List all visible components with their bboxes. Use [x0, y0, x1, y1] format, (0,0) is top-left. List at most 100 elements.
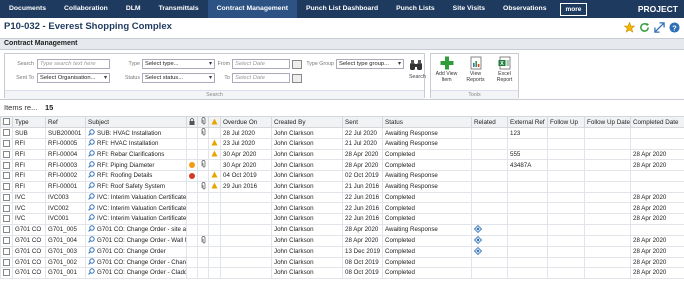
- search-link-icon[interactable]: [88, 139, 95, 148]
- add-view-item-button[interactable]: Add View Item: [433, 56, 460, 83]
- search-link-icon[interactable]: [88, 268, 95, 278]
- row-checkbox[interactable]: [3, 140, 10, 148]
- row-select-cell[interactable]: [0, 170, 13, 182]
- type-select[interactable]: Select type...: [142, 59, 215, 69]
- column-header-subject[interactable]: Subject: [85, 116, 187, 128]
- search-link-icon[interactable]: [88, 128, 95, 138]
- column-header-overdue-on[interactable]: Overdue On: [220, 116, 272, 128]
- table-row[interactable]: RFI RFI-00005 RFI: HVAC Installation 23 Jul…: [0, 138, 684, 150]
- subject-cell[interactable]: IVC: Interim Valuation Certificate: [85, 202, 187, 214]
- row-select-cell[interactable]: [0, 138, 13, 150]
- row-select-cell[interactable]: [0, 245, 13, 258]
- select-all-checkbox[interactable]: [3, 118, 10, 126]
- subject-cell[interactable]: G701 CO: Change Order - Chang: [85, 256, 187, 269]
- column-header-sent[interactable]: Sent: [342, 116, 383, 128]
- search-link-icon[interactable]: [88, 193, 95, 202]
- table-row[interactable]: G701 CO G701_001 G701 CO: Change Order - C…: [0, 267, 684, 279]
- nav-item-contract-management[interactable]: Contract Management: [207, 0, 297, 18]
- row-select-cell[interactable]: [0, 267, 13, 279]
- help-icon[interactable]: ?: [668, 21, 680, 33]
- search-link-icon[interactable]: [88, 236, 95, 245]
- search-link-icon[interactable]: [88, 150, 95, 159]
- row-select-cell[interactable]: [0, 256, 13, 269]
- table-row[interactable]: RFI RFI-00002 RFI: Roofing Details 04 Oct 2…: [0, 170, 684, 182]
- row-select-cell[interactable]: [0, 223, 13, 236]
- table-row[interactable]: G701 CO G701_004 G701 CO: Change Order - W…: [0, 234, 684, 247]
- to-date-input[interactable]: Select Date: [232, 73, 290, 83]
- nav-item-punch-list-dashboard[interactable]: Punch List Dashboard: [297, 0, 387, 18]
- subject-cell[interactable]: RFI: Roof Safety System: [85, 180, 187, 193]
- row-checkbox[interactable]: [3, 247, 10, 255]
- row-checkbox[interactable]: [3, 225, 10, 233]
- from-date-input[interactable]: Select Date: [232, 59, 290, 69]
- refresh-icon[interactable]: [638, 21, 650, 33]
- row-select-cell[interactable]: [0, 191, 13, 204]
- row-checkbox[interactable]: [3, 172, 10, 180]
- row-select-cell[interactable]: [0, 159, 13, 172]
- column-header-follow-up[interactable]: Follow Up: [547, 116, 585, 128]
- subject-cell[interactable]: G701 CO: Change Order - Cladd: [85, 267, 187, 279]
- search-button[interactable]: Search: [409, 74, 426, 80]
- status-select[interactable]: Select status...: [142, 73, 215, 83]
- table-row[interactable]: RFI RFI-00003 RFI: Piping Diameter 30 Apr 2…: [0, 159, 684, 172]
- row-checkbox[interactable]: [3, 194, 10, 201]
- subject-cell[interactable]: SUB: HVAC Installation: [85, 127, 187, 139]
- table-row[interactable]: SUB SUB200001 SUB: HVAC Installation 28 Jul…: [0, 127, 684, 139]
- column-header-related[interactable]: Related: [471, 116, 508, 128]
- row-checkbox[interactable]: [3, 269, 10, 277]
- paperclip-icon[interactable]: [201, 236, 206, 245]
- to-calendar-icon[interactable]: [292, 74, 302, 83]
- subject-cell[interactable]: IVC: Interim Valuation Certificate: [85, 212, 187, 225]
- related-link-icon[interactable]: [473, 247, 483, 256]
- column-header-follow-up-date[interactable]: Follow Up Date: [584, 116, 631, 128]
- alert-column-header[interactable]: [208, 116, 221, 128]
- row-select-cell[interactable]: [0, 148, 13, 161]
- type-group-select[interactable]: Select type group...: [336, 59, 404, 69]
- table-row[interactable]: RFI RFI-00001 RFI: Roof Safety System 29 Ju…: [0, 180, 684, 193]
- search-link-icon[interactable]: [88, 182, 95, 191]
- paperclip-icon[interactable]: [201, 128, 206, 138]
- table-row[interactable]: IVC IVC003 IVC: Interim Valuation Certific…: [0, 191, 684, 204]
- subject-cell[interactable]: RFI: HVAC Installation: [85, 138, 187, 150]
- table-row[interactable]: RFI RFI-00004 RFI: Rebar Clarifications 30 …: [0, 148, 684, 161]
- search-link-icon[interactable]: [88, 203, 95, 213]
- lock-column-header[interactable]: [186, 116, 198, 128]
- column-header-ref[interactable]: Ref: [45, 116, 86, 128]
- nav-item-collaboration[interactable]: Collaboration: [55, 0, 117, 18]
- subject-cell[interactable]: IVC: Interim Valuation Certificate: [85, 191, 187, 204]
- search-link-icon[interactable]: [88, 171, 95, 181]
- nav-item-documents[interactable]: Documents: [0, 0, 55, 18]
- row-checkbox[interactable]: [3, 150, 10, 158]
- from-calendar-icon[interactable]: [292, 60, 302, 69]
- nav-item-dlm[interactable]: DLM: [117, 0, 150, 18]
- row-checkbox[interactable]: [3, 204, 10, 212]
- star-icon[interactable]: [623, 21, 635, 33]
- select-all-header[interactable]: [0, 116, 13, 128]
- row-checkbox[interactable]: [3, 183, 10, 191]
- paperclip-icon[interactable]: [201, 182, 206, 191]
- paperclip-icon[interactable]: [201, 160, 206, 170]
- search-link-icon[interactable]: [88, 247, 95, 256]
- expand-icon[interactable]: [653, 21, 665, 33]
- table-row[interactable]: IVC IVC002 IVC: Interim Valuation Certific…: [0, 202, 684, 214]
- table-row[interactable]: IVC IVC001 IVC: Interim Valuation Certific…: [0, 212, 684, 225]
- search-input[interactable]: Type search text here: [37, 59, 110, 69]
- row-checkbox[interactable]: [3, 236, 10, 244]
- nav-item-transmittals[interactable]: Transmittals: [150, 0, 208, 18]
- search-link-icon[interactable]: [88, 214, 95, 223]
- column-header-status[interactable]: Status: [382, 116, 472, 128]
- more-button[interactable]: more: [559, 2, 588, 16]
- subject-cell[interactable]: G701 CO: Change Order - Wall N: [85, 234, 187, 247]
- binoculars-icon[interactable]: [409, 58, 423, 72]
- nav-item-observations[interactable]: Observations: [494, 0, 555, 18]
- row-select-cell[interactable]: [0, 212, 13, 225]
- related-link-icon[interactable]: [473, 236, 483, 245]
- nav-item-site-visits[interactable]: Site Visits: [444, 0, 494, 18]
- search-link-icon[interactable]: [88, 225, 95, 234]
- subject-cell[interactable]: RFI: Rebar Clarifications: [85, 148, 187, 161]
- row-select-cell[interactable]: [0, 202, 13, 214]
- column-header-created-by[interactable]: Created By: [271, 116, 343, 128]
- column-header-external-ref[interactable]: External Ref: [507, 116, 548, 128]
- row-select-cell[interactable]: [0, 234, 13, 247]
- subject-cell[interactable]: G701 CO: Change Order - site ac: [85, 223, 187, 236]
